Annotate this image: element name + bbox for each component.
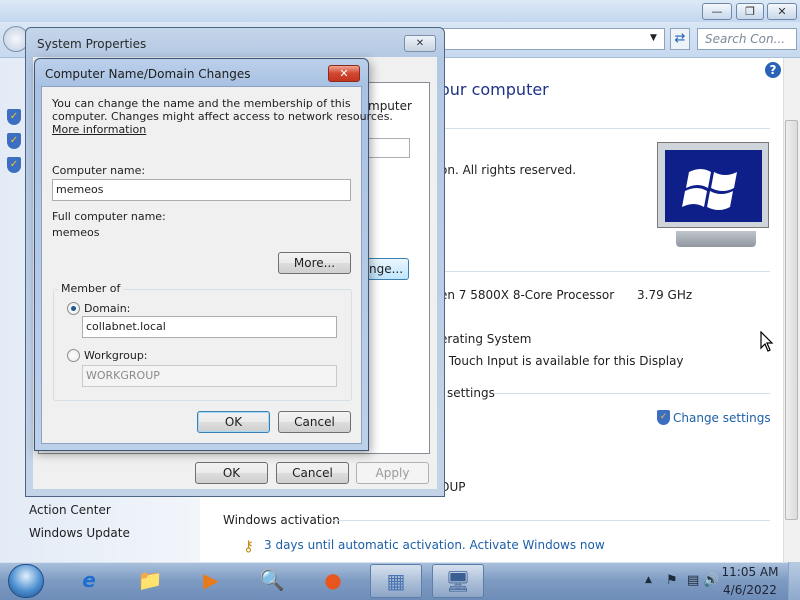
cancel-button[interactable]: Cancel (276, 462, 349, 484)
domain-label: Domain: (84, 302, 131, 315)
member-of-label: Member of (58, 282, 124, 295)
system-properties-icon[interactable]: 🖥 (432, 564, 484, 598)
chevron-down-icon[interactable]: ▼ (650, 33, 657, 43)
firefox-icon[interactable]: ● (308, 564, 360, 598)
settings-heading: settings (447, 386, 495, 400)
file-explorer-icon[interactable]: 📁 (125, 564, 177, 598)
description-text: You can change the name and the membersh… (52, 97, 351, 110)
description-text: computer. Changes might affect access to… (52, 110, 393, 123)
full-name-value: memeos (52, 226, 100, 239)
dialog-title: System Properties (37, 37, 147, 51)
search-input[interactable]: Search Con... (697, 28, 797, 50)
change-settings-link[interactable]: Change settings (673, 411, 771, 425)
clock-date[interactable]: 4/6/2022 (715, 583, 785, 597)
monitor-stand (676, 231, 756, 247)
show-desktop-button[interactable] (788, 562, 800, 600)
full-name-label: Full computer name: (52, 210, 166, 223)
ok-button[interactable]: OK (195, 462, 268, 484)
close-button[interactable]: ✕ (328, 65, 360, 82)
windows-logo-icon (665, 150, 762, 222)
action-center-flag-icon[interactable]: ⚑ (666, 573, 678, 588)
system-type-value: erating System (440, 332, 532, 346)
network-icon[interactable]: 🔍 (247, 564, 299, 598)
pen-touch-value: r Touch Input is available for this Disp… (440, 354, 684, 368)
network-tray-icon[interactable]: ▤ (687, 573, 699, 588)
activation-heading: Windows activation (223, 513, 340, 527)
help-icon[interactable]: ? (765, 62, 781, 78)
control-panel-icon[interactable]: ▦ (370, 564, 422, 598)
processor-value: en 7 5800X 8-Core Processor (440, 288, 615, 302)
address-box[interactable] (440, 28, 665, 50)
sidebar-item-action-center[interactable]: Action Center (29, 503, 111, 517)
computer-name-label: Computer name: (52, 164, 146, 177)
page-title: our computer (440, 80, 549, 99)
shield-icon: ✓ (7, 109, 21, 125)
shield-icon[interactable]: ✓ (657, 410, 670, 425)
description-field[interactable] (368, 138, 410, 158)
workgroup-input: WORKGROUP (82, 365, 337, 387)
divider (333, 520, 770, 521)
divider (440, 271, 770, 272)
maximize-button[interactable]: ❐ (736, 3, 764, 20)
domain-radio[interactable] (67, 302, 80, 315)
clock-time[interactable]: 11:05 AM (715, 565, 785, 579)
activate-windows-link[interactable]: 3 days until automatic activation. Activ… (264, 538, 605, 552)
sidebar-item-windows-update[interactable]: Windows Update (29, 526, 130, 540)
more-information-link[interactable]: More information (52, 123, 146, 136)
workgroup-label: Workgroup: (84, 349, 148, 362)
window-close-button[interactable]: ✕ (767, 3, 797, 20)
domain-input[interactable]: collabnet.local (82, 316, 337, 338)
change-button[interactable]: nge... (368, 258, 409, 280)
copyright-text: on. All rights reserved. (440, 163, 577, 177)
mouse-cursor-icon (760, 330, 774, 358)
computer-name-input[interactable]: memeos (52, 179, 351, 201)
chevron-up-icon[interactable]: ▲ (645, 575, 652, 585)
processor-speed: 3.79 GHz (637, 288, 693, 302)
shield-icon: ✓ (7, 157, 21, 173)
scrollbar-thumb[interactable] (785, 120, 798, 520)
close-button[interactable]: ✕ (404, 35, 436, 52)
key-icon: ⚷ (243, 537, 254, 555)
control-panel-titlebar (0, 0, 800, 22)
more-button[interactable]: More... (278, 252, 351, 274)
start-button[interactable] (8, 564, 44, 598)
apply-button: Apply (356, 462, 429, 484)
shield-icon: ✓ (7, 133, 21, 149)
dialog-title: Computer Name/Domain Changes (45, 67, 251, 81)
minimize-button[interactable]: — (702, 3, 732, 20)
cancel-button[interactable]: Cancel (278, 411, 351, 433)
ok-button[interactable]: OK (197, 411, 270, 433)
workgroup-radio[interactable] (67, 349, 80, 362)
divider (494, 393, 770, 394)
refresh-icon[interactable]: ⇄ (670, 28, 690, 50)
internet-explorer-icon[interactable]: e (64, 564, 116, 598)
media-player-icon[interactable]: ▶ (186, 564, 238, 598)
divider (440, 128, 770, 129)
